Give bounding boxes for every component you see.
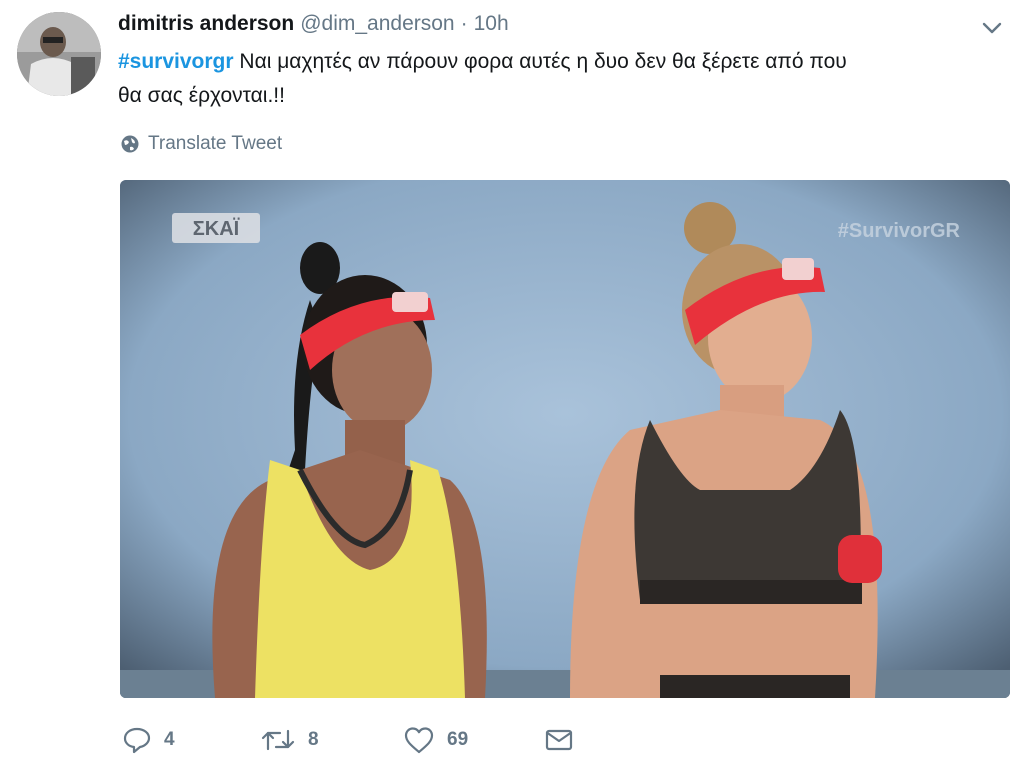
channel-logo: ΣΚΑΪ <box>172 213 260 243</box>
retweet-icon <box>261 729 295 751</box>
tweet-text-line2: θα σας έρχονται.!! <box>118 84 285 107</box>
chevron-down-icon <box>982 22 1002 34</box>
channel-logo-text: ΣΚΑΪ <box>193 217 240 240</box>
reply-button[interactable]: 4 <box>122 720 175 760</box>
user-handle[interactable]: @dim_anderson <box>300 12 454 36</box>
more-options-button[interactable] <box>979 15 1005 41</box>
separator-dot: · <box>460 12 468 35</box>
tweet-text: #survivorgr Ναι μαχητές αν πάρουν φορα α… <box>118 45 1003 113</box>
like-count: 69 <box>447 729 469 750</box>
retweet-count: 8 <box>308 729 319 750</box>
reply-icon <box>123 727 151 754</box>
media-photo: ΣΚΑΪ #SurvivorGR <box>120 180 1010 698</box>
watermark-text: #SurvivorGR <box>838 220 961 242</box>
direct-message-button[interactable] <box>544 720 574 760</box>
avatar[interactable] <box>17 12 101 96</box>
like-button[interactable]: 69 <box>403 720 468 760</box>
display-name[interactable]: dimitris anderson <box>118 12 294 36</box>
globe-icon <box>121 135 139 153</box>
retweet-button[interactable]: 8 <box>260 720 319 760</box>
tweet-text-line1: Ναι μαχητές αν πάρουν φορα αυτές η δυο δ… <box>233 50 847 73</box>
heart-icon <box>404 727 434 754</box>
avatar-image <box>17 12 101 96</box>
tweet-timestamp[interactable]: 10h <box>474 12 509 36</box>
tweet-header: dimitris anderson @dim_anderson · 10h <box>118 12 509 40</box>
tweet-actions-bar: 4 8 69 <box>120 720 600 760</box>
translate-tweet-link[interactable]: Translate Tweet <box>120 131 282 157</box>
translate-label: Translate Tweet <box>148 133 283 154</box>
hashtag-link[interactable]: #survivorgr <box>118 50 234 73</box>
reply-count: 4 <box>164 729 175 750</box>
envelope-icon <box>545 729 573 751</box>
tweet-media-image[interactable]: ΣΚΑΪ #SurvivorGR <box>120 180 1010 698</box>
